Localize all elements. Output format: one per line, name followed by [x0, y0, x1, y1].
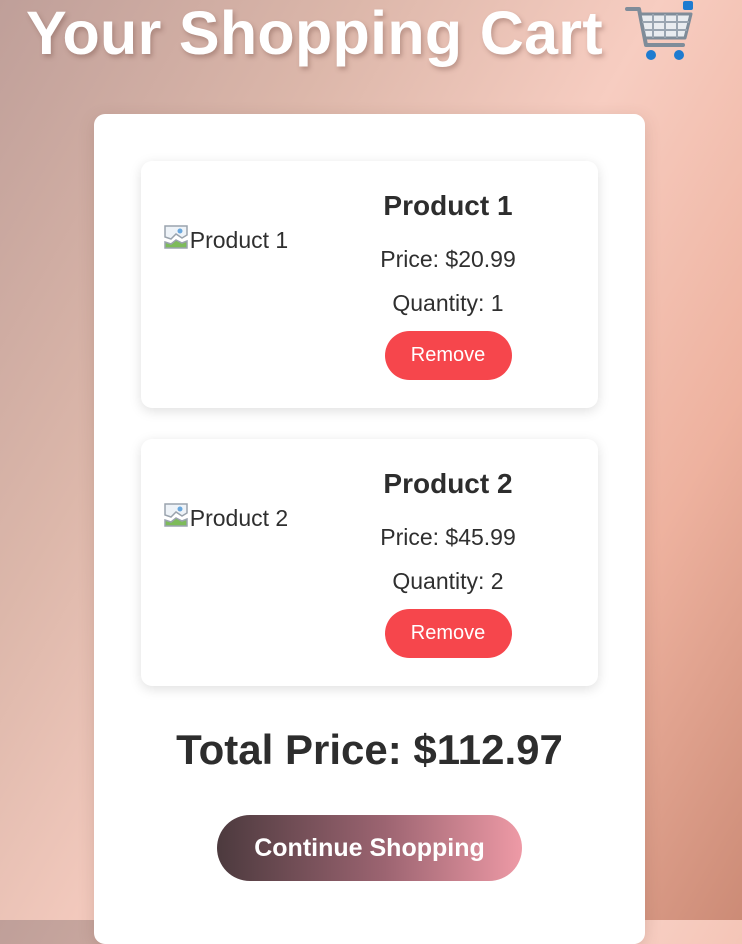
remove-button[interactable]: Remove [384, 609, 512, 658]
page-title-text: Your Shopping Cart [26, 0, 603, 67]
cart-item-product-1: Product 1 Product 1 Price: $20.99 Quanti… [141, 161, 598, 408]
product-image: Product 2 [163, 500, 291, 537]
product-name: Product 1 [383, 190, 513, 221]
product-quantity: Quantity: 1 [392, 290, 504, 316]
product-info: Product 1 Price: $20.99 Quantity: 1 Remo… [341, 189, 555, 380]
product-price: Price: $45.99 [380, 524, 516, 550]
total-price: Total Price: $112.97 [176, 726, 563, 773]
product-name: Product 2 [383, 468, 513, 499]
cart-item-product-2: Product 2 Product 2 Price: $45.99 Quanti… [141, 439, 598, 686]
remove-button[interactable]: Remove [384, 331, 512, 380]
broken-image-icon [164, 503, 188, 527]
page-title: Your Shopping Cart [26, 0, 695, 68]
product-price: Price: $20.99 [380, 246, 516, 272]
cart-container: Product 1 Product 1 Price: $20.99 Quanti… [94, 114, 645, 944]
product-info: Product 2 Price: $45.99 Quantity: 2 Remo… [341, 467, 555, 658]
broken-image-icon [164, 225, 188, 249]
product-quantity: Quantity: 2 [392, 568, 504, 594]
continue-shopping-button[interactable]: Continue Shopping [217, 815, 522, 881]
product-image: Product 1 [163, 222, 291, 259]
shopping-cart-icon [624, 0, 695, 66]
